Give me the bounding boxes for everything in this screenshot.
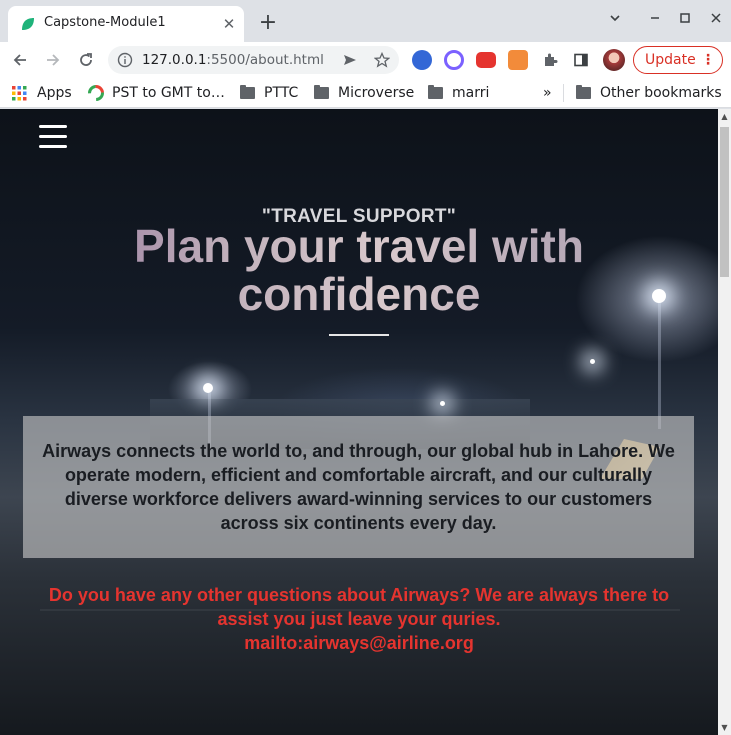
new-tab-button[interactable]: +: [256, 11, 280, 35]
background-floodlight: [590, 359, 595, 364]
browser-toolbar: 127.0.0.1:5500/about.html Update ⋮: [0, 42, 731, 78]
bookmark-apps[interactable]: Apps: [12, 83, 72, 103]
tab-favicon-icon: [22, 18, 34, 30]
update-button[interactable]: Update ⋮: [633, 46, 723, 74]
tab-search-icon[interactable]: [604, 9, 626, 31]
bookmark-pst-label: PST to GMT to…: [112, 85, 225, 101]
url-path: :5500/about.html: [206, 52, 324, 68]
scroll-down-icon[interactable]: ▼: [720, 723, 729, 732]
background-floodlight: [203, 383, 213, 393]
extension-screencast-icon[interactable]: [412, 50, 432, 70]
bookmark-marri-label: marri: [452, 85, 490, 101]
menu-dots-icon[interactable]: ⋮: [701, 52, 715, 68]
forward-icon[interactable]: [40, 47, 66, 73]
extension-lighthouse-icon[interactable]: [508, 50, 528, 70]
browser-tab[interactable]: Capstone-Module1 ✕: [8, 6, 244, 42]
bookmark-star-icon[interactable]: [369, 47, 395, 73]
url-text[interactable]: 127.0.0.1:5500/about.html: [142, 52, 324, 68]
reload-icon[interactable]: [73, 47, 99, 73]
extensions-puzzle-icon[interactable]: [537, 47, 563, 73]
url-host: 127.0.0.1: [142, 52, 207, 68]
page-viewport: "TRAVEL SUPPORT" Plan your travel with c…: [0, 109, 718, 735]
contact-email-link[interactable]: mailto:airways@airline.org: [30, 631, 688, 655]
page-scrollbar[interactable]: ▲ ▼: [718, 109, 731, 735]
tab-strip: Capstone-Module1 ✕ +: [0, 0, 731, 42]
contact-section: Do you have any other questions about Ai…: [30, 583, 688, 655]
extension-sync-icon[interactable]: [444, 50, 464, 70]
profile-avatar[interactable]: [603, 49, 625, 71]
pst-favicon-icon: [88, 85, 104, 101]
bookmarks-bar: Apps PST to GMT to… PTTC Microverse marr…: [0, 78, 731, 108]
bookmark-microverse-label: Microverse: [338, 85, 415, 101]
tab-title: Capstone-Module1: [44, 15, 166, 30]
bookmark-pttc-label: PTTC: [264, 85, 299, 101]
folder-icon: [240, 85, 255, 99]
background-light-pole: [658, 299, 661, 429]
contact-text: Do you have any other questions about Ai…: [48, 585, 670, 629]
background-floodlight: [440, 401, 445, 406]
folder-icon: [314, 85, 329, 99]
bookmark-other-label: Other bookmarks: [600, 85, 722, 101]
scroll-up-icon[interactable]: ▲: [720, 112, 729, 121]
close-window-icon[interactable]: [705, 9, 727, 31]
minimize-icon[interactable]: [644, 9, 666, 31]
folder-icon: [428, 85, 443, 99]
send-icon[interactable]: [337, 47, 363, 73]
more-bookmarks-icon[interactable]: »: [543, 83, 552, 103]
page-headline: Plan your travel with confidence: [60, 222, 658, 318]
back-icon[interactable]: [7, 47, 33, 73]
bookmark-apps-label: Apps: [37, 85, 72, 101]
bookmark-pst[interactable]: PST to GMT to…: [88, 83, 225, 103]
maximize-icon[interactable]: [674, 9, 696, 31]
side-panel-icon[interactable]: [568, 47, 594, 73]
scrollbar-thumb[interactable]: [720, 127, 729, 277]
about-panel: Airways connects the world to, and throu…: [23, 416, 694, 558]
extension-youtube-icon[interactable]: [476, 52, 496, 68]
hamburger-menu-icon[interactable]: [39, 125, 67, 149]
about-text: Airways connects the world to, and throu…: [42, 441, 675, 533]
bookmark-microverse[interactable]: Microverse: [314, 83, 414, 103]
bookmark-pttc[interactable]: PTTC: [240, 83, 298, 103]
tab-close-icon[interactable]: ✕: [220, 15, 238, 33]
apps-grid-icon: [12, 85, 27, 100]
bookmarks-separator: [563, 84, 564, 102]
headline-divider: [329, 334, 389, 336]
site-info-icon[interactable]: [117, 52, 133, 68]
bookmark-marri[interactable]: marri: [428, 83, 489, 103]
update-label: Update: [645, 52, 696, 68]
folder-icon: [576, 85, 591, 99]
bookmark-other[interactable]: Other bookmarks: [576, 83, 722, 103]
